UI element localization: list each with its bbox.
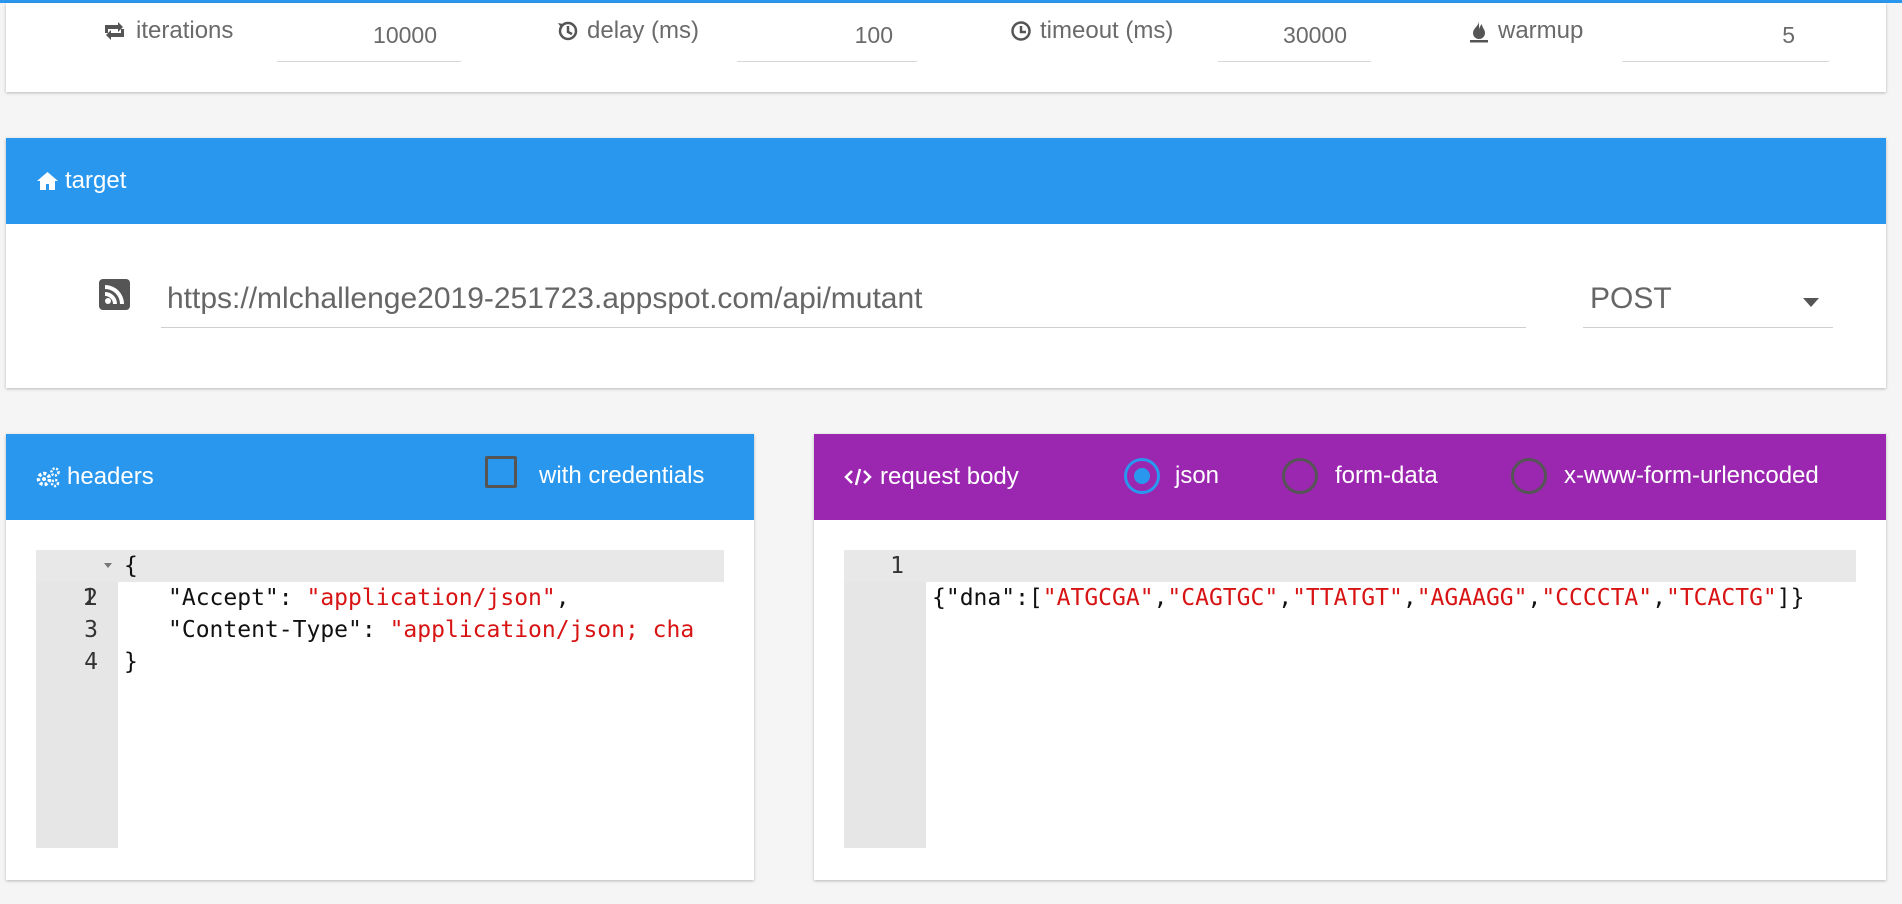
code-string: "ATGCGA" (1042, 585, 1154, 611)
code-line-1: {"dna":["ATGCGA","CAGTGC","TTATGT","AGAA… (844, 550, 1856, 611)
code-string: "CAGTGC" (1167, 585, 1279, 611)
target-card: target https://mlchallenge2019-251723.ap… (6, 138, 1886, 388)
code-line-1: { (124, 553, 138, 579)
code-line-3: "Content-Type": "application/json; cha (168, 617, 695, 643)
timeout-label: timeout (ms) (1040, 17, 1174, 44)
code-string: "AGAAGG" (1416, 585, 1528, 611)
delay-value: 100 (854, 22, 893, 48)
with-credentials-checkbox[interactable] (485, 456, 517, 488)
headers-editor[interactable]: 1 { 2 "Accept": "application/json", 3 "C… (36, 550, 724, 848)
json-label[interactable]: json (1175, 462, 1219, 490)
target-title: target (65, 167, 127, 194)
headers-title: headers (67, 463, 154, 490)
delay-label-group: delay (ms) (557, 17, 699, 45)
flame-icon (1468, 19, 1490, 43)
warmup-label-group: warmup (1468, 17, 1583, 45)
iterations-label-group: iterations (101, 17, 233, 45)
code-line-2: "Accept": "application/json", (168, 585, 570, 611)
code-line-4: } (124, 649, 138, 675)
history-icon (557, 20, 579, 42)
home-icon (36, 171, 59, 191)
warmup-input[interactable]: 5 (1622, 7, 1829, 62)
code-string: "CCCCTA" (1541, 585, 1653, 611)
iterations-label: iterations (136, 17, 234, 44)
target-header: target (6, 138, 1886, 224)
json-radio[interactable] (1124, 458, 1160, 494)
with-credentials-label[interactable]: with credentials (539, 462, 704, 490)
method-value: POST (1590, 282, 1672, 315)
x-www-form-urlencoded-label[interactable]: x-www-form-urlencoded (1564, 462, 1819, 490)
retweet-icon (101, 20, 128, 42)
timeout-value: 30000 (1283, 22, 1347, 48)
x-www-form-urlencoded-radio[interactable] (1511, 458, 1547, 494)
form-data-label[interactable]: form-data (1335, 462, 1438, 490)
code-string: "TCACTG" (1665, 585, 1777, 611)
parameters-card: iterations 10000 delay (ms) 100 timeout … (6, 3, 1886, 92)
code-string: "TTATGT" (1292, 585, 1403, 611)
caret-down-icon (1803, 298, 1819, 307)
timeout-input[interactable]: 30000 (1218, 7, 1371, 62)
code-punctuation: , (1527, 585, 1542, 611)
warmup-value: 5 (1782, 22, 1795, 48)
url-value: https://mlchallenge2019-251723.appspot.c… (167, 282, 923, 315)
request-body-card: request body json form-data x-www-form-u… (814, 434, 1886, 880)
request-body-title: request body (880, 463, 1019, 490)
code-punctuation: ]} (1776, 585, 1805, 611)
rss-icon (99, 279, 130, 310)
timeout-label-group: timeout (ms) (1010, 17, 1173, 45)
code-punctuation: , (1652, 585, 1666, 611)
method-select[interactable]: POST (1583, 270, 1833, 328)
headers-card: headers with credentials 1 { 2 "Accept":… (6, 434, 754, 880)
code-punctuation: , (1153, 585, 1168, 611)
clock-icon (1010, 20, 1032, 42)
warmup-label: warmup (1498, 17, 1584, 44)
iterations-value: 10000 (373, 22, 437, 48)
code-punctuation: {"dna":[ (932, 585, 1043, 611)
url-input[interactable]: https://mlchallenge2019-251723.appspot.c… (161, 270, 1526, 328)
form-data-radio[interactable] (1282, 458, 1318, 494)
code-punctuation: , (1278, 585, 1293, 611)
delay-label: delay (ms) (587, 17, 700, 44)
iterations-input[interactable]: 10000 (277, 7, 461, 62)
code-punctuation: , (1402, 585, 1417, 611)
delay-input[interactable]: 100 (737, 7, 917, 62)
code-icon (844, 467, 872, 487)
gears-icon (36, 466, 61, 488)
request-body-editor[interactable]: 1 {"dna":["ATGCGA","CAGTGC","TTATGT","AG… (844, 550, 1856, 848)
